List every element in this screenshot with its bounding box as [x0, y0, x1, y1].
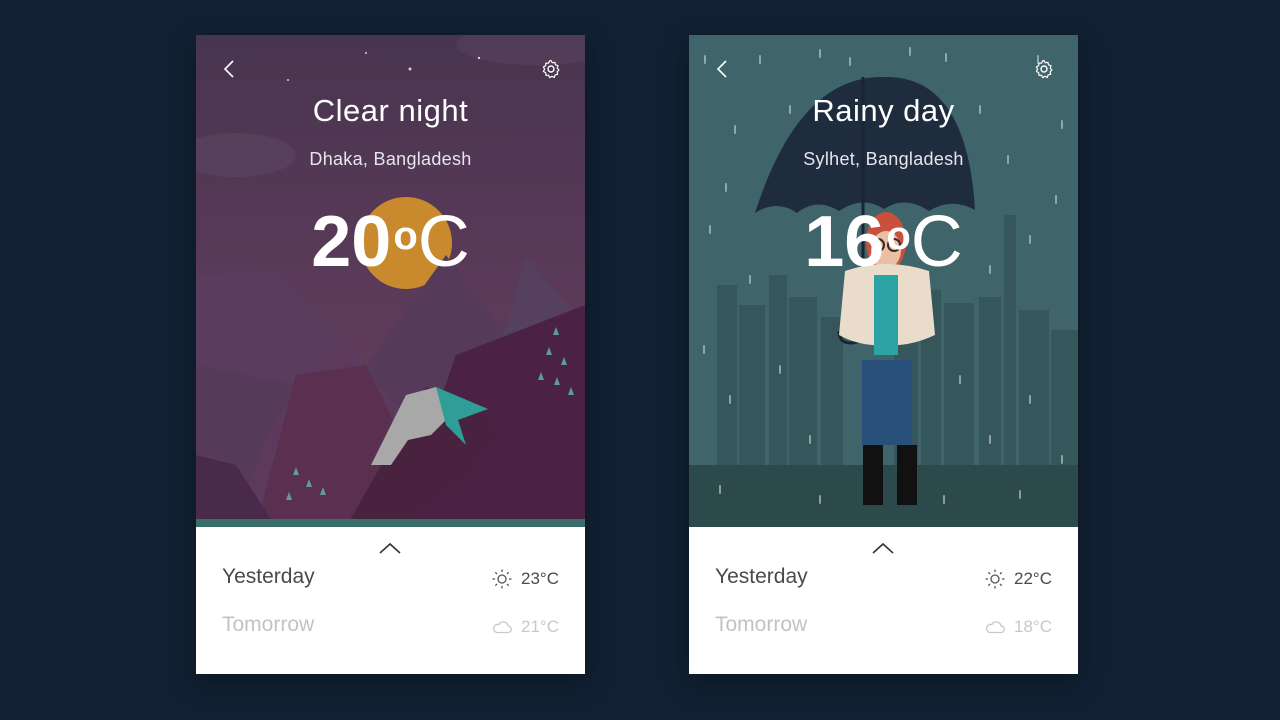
temperature-value: 16	[804, 202, 885, 282]
forecast-temperature: 18°C	[1014, 617, 1052, 636]
weather-card-clear-night: Clear night Dhaka, Bangladesh 20oC Yeste…	[196, 35, 585, 674]
day-label: Tomorrow	[715, 613, 808, 636]
forecast-panel: Yesterday 22°C Tomorrow 18°C	[689, 527, 1078, 674]
weather-card-rainy-day: Rainy day Sylhet, Bangladesh 16oC Yester…	[689, 35, 1078, 674]
forecast-temperature: 21°C	[521, 617, 559, 636]
sun-icon	[492, 569, 512, 589]
temperature-unit: C	[417, 202, 470, 282]
degree-symbol: o	[393, 214, 418, 258]
forecast-row-tomorrow[interactable]: Tomorrow 18°C	[715, 611, 1052, 641]
forecast-panel: Yesterday 23°C Tomorrow 21°C	[196, 527, 585, 674]
gear-icon[interactable]	[539, 57, 563, 81]
night-mountain-scene: Clear night Dhaka, Bangladesh 20oC	[196, 35, 585, 527]
degree-symbol: o	[886, 214, 911, 258]
day-label: Yesterday	[222, 565, 315, 588]
gear-icon[interactable]	[1032, 57, 1056, 81]
forecast-temperature: 22°C	[1014, 569, 1052, 588]
forecast-row-yesterday[interactable]: Yesterday 23°C	[222, 563, 559, 593]
temperature-unit: C	[910, 202, 963, 282]
location-label: Dhaka, Bangladesh	[309, 149, 472, 169]
forecast-row-yesterday[interactable]: Yesterday 22°C	[715, 563, 1052, 593]
condition-title: Clear night	[312, 93, 469, 128]
forecast-temperature: 23°C	[521, 569, 559, 588]
back-arrow-icon[interactable]	[218, 57, 242, 81]
condition-title: Rainy day	[812, 93, 955, 128]
sun-icon	[985, 569, 1005, 589]
temperature-value: 20	[311, 202, 392, 282]
chevron-up-icon[interactable]	[378, 541, 402, 555]
forecast-row-tomorrow[interactable]: Tomorrow 21°C	[222, 611, 559, 641]
current-temperature: 16oC	[689, 197, 1078, 287]
rain-city-scene: Rainy day Sylhet, Bangladesh 16oC	[689, 35, 1078, 527]
cloud-icon	[492, 621, 512, 634]
current-temperature: 20oC	[196, 197, 585, 287]
chevron-up-icon[interactable]	[871, 541, 895, 555]
day-label: Yesterday	[715, 565, 808, 588]
location-label: Sylhet, Bangladesh	[803, 149, 964, 169]
cloud-icon	[985, 621, 1005, 634]
day-label: Tomorrow	[222, 613, 315, 636]
back-arrow-icon[interactable]	[711, 57, 735, 81]
